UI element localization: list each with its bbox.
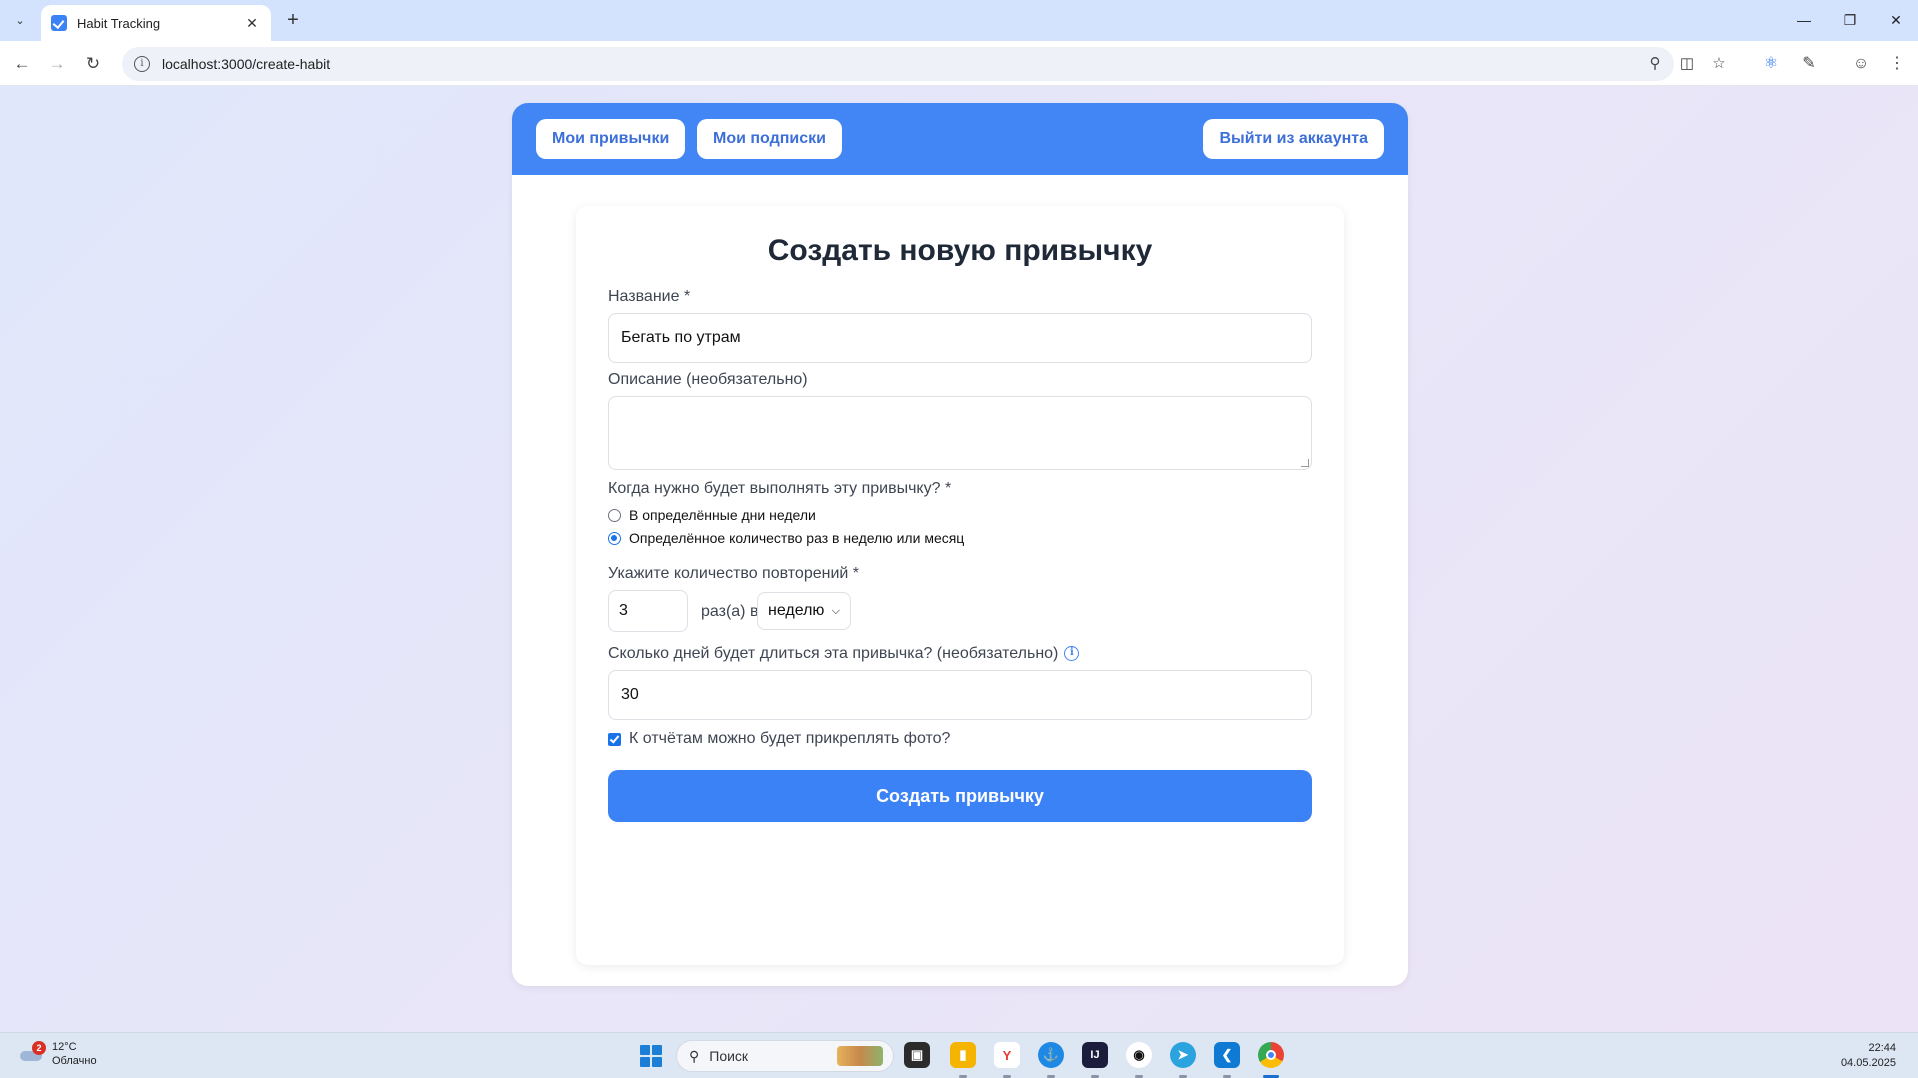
reload-icon[interactable]: ↻ xyxy=(80,51,106,77)
schedule-option-count[interactable]: Определённое количество раз в неделю или… xyxy=(608,530,964,546)
menu-kebab-icon[interactable]: ⋮ xyxy=(1885,52,1909,76)
my-subscriptions-button[interactable]: Мои подписки xyxy=(697,119,843,159)
chrome-icon[interactable] xyxy=(1258,1042,1284,1068)
ninja-app-icon[interactable]: ◉ xyxy=(1126,1042,1152,1068)
docker-icon[interactable]: ⚓ xyxy=(1038,1042,1064,1068)
react-devtools-icon[interactable]: ⚛ xyxy=(1759,52,1783,76)
duration-input[interactable]: 30 xyxy=(608,670,1312,720)
browser-tab-bar: ⌄ Habit Tracking ✕ + — ❐ ✕ xyxy=(0,0,1918,41)
password-key-icon[interactable]: ⚲ xyxy=(1646,55,1664,73)
telegram-icon[interactable]: ➤ xyxy=(1170,1042,1196,1068)
radio-button-checked[interactable] xyxy=(608,531,621,545)
file-explorer-icon[interactable]: ▮ xyxy=(950,1042,976,1068)
repeat-period-select[interactable]: неделю ⌵ xyxy=(757,592,851,630)
photo-label: К отчётам можно будет прикреплять фото? xyxy=(629,730,951,747)
chevron-down-icon: ⌵ xyxy=(831,605,840,617)
name-label: Название * xyxy=(608,288,691,305)
browser-tab[interactable]: Habit Tracking ✕ xyxy=(41,5,271,41)
tab-search-button[interactable]: ⌄ xyxy=(8,8,32,32)
name-input[interactable]: Бегать по утрам xyxy=(608,313,1312,363)
clock-date: 04.05.2025 xyxy=(1840,1057,1896,1069)
close-tab-icon[interactable]: ✕ xyxy=(243,15,261,32)
schedule-label: Когда нужно будет выполнять эту привычку… xyxy=(608,480,952,497)
task-view-icon[interactable]: ▣ xyxy=(904,1042,930,1068)
vscode-icon[interactable]: ❮ xyxy=(1214,1042,1240,1068)
tab-title: Habit Tracking xyxy=(77,15,161,31)
extensions-icon[interactable]: ✎ xyxy=(1797,52,1821,76)
description-label: Описание (необязательно) xyxy=(608,371,808,388)
repeat-label: Укажите количество повторений * xyxy=(608,565,859,582)
restore-icon[interactable]: ❐ xyxy=(1835,8,1865,32)
address-bar[interactable]: i localhost:3000/create-habit ⚲ ◫ ☆ xyxy=(122,47,1726,81)
search-highlight-image xyxy=(837,1046,883,1066)
windows-start-icon[interactable] xyxy=(640,1045,662,1067)
bookmark-star-icon[interactable]: ☆ xyxy=(1710,55,1728,73)
browser-toolbar: ← → ↻ i localhost:3000/create-habit ⚲ ◫ … xyxy=(0,41,1918,86)
chevron-down-icon: ⌄ xyxy=(15,14,25,27)
weather-temp: 12°C xyxy=(52,1041,77,1053)
weather-desc: Облачно xyxy=(52,1055,97,1067)
radio-button[interactable] xyxy=(608,508,621,522)
page-background: Мои привычки Мои подписки Выйти из аккау… xyxy=(0,86,1918,1032)
intellij-icon[interactable]: IJ xyxy=(1082,1042,1108,1068)
info-icon[interactable]: i xyxy=(1064,646,1080,662)
photo-option[interactable]: К отчётам можно будет прикреплять фото? xyxy=(608,730,950,748)
new-tab-button[interactable]: + xyxy=(281,9,305,33)
translate-icon[interactable]: ◫ xyxy=(1678,55,1696,73)
schedule-option-label: В определённые дни недели xyxy=(629,507,816,523)
duration-label-text: Сколько дней будет длиться эта привычка?… xyxy=(608,645,1059,662)
app-header: Мои привычки Мои подписки Выйти из аккау… xyxy=(512,103,1408,175)
search-icon: ⚲ xyxy=(689,1047,700,1064)
back-icon[interactable]: ← xyxy=(9,51,35,77)
app-container: Мои привычки Мои подписки Выйти из аккау… xyxy=(512,103,1408,986)
yandex-browser-icon[interactable]: Y xyxy=(994,1042,1020,1068)
create-habit-card: Создать новую привычку Название * Бегать… xyxy=(576,206,1344,965)
clock-time: 22:44 xyxy=(1868,1042,1896,1054)
description-textarea[interactable] xyxy=(608,396,1312,470)
taskbar-search[interactable]: ⚲ Поиск xyxy=(676,1040,894,1072)
cloud-icon: 2 xyxy=(18,1041,46,1063)
page-title: Создать новую привычку xyxy=(767,234,1153,267)
photo-checkbox[interactable] xyxy=(608,732,621,746)
taskbar-search-placeholder: Поиск xyxy=(709,1048,749,1064)
schedule-option-days[interactable]: В определённые дни недели xyxy=(608,507,816,523)
weather-widget[interactable]: 2 12°C Облачно xyxy=(18,1040,97,1068)
windows-taskbar: 2 12°C Облачно ⚲ Поиск ▣ ▮ Y ⚓ IJ ◉ ➤ ❮ … xyxy=(0,1032,1918,1078)
notification-badge: 2 xyxy=(32,1041,46,1055)
duration-label: Сколько дней будет длиться эта привычка?… xyxy=(608,645,1080,663)
logout-button[interactable]: Выйти из аккаунта xyxy=(1203,119,1384,159)
repeat-per-text: раз(а) в xyxy=(701,603,759,620)
create-habit-button[interactable]: Создать привычку xyxy=(608,770,1312,822)
close-window-icon[interactable]: ✕ xyxy=(1881,8,1911,32)
minimize-icon[interactable]: — xyxy=(1789,8,1819,32)
resize-grip-icon[interactable] xyxy=(1301,459,1309,467)
schedule-option-label: Определённое количество раз в неделю или… xyxy=(629,530,965,546)
profile-icon[interactable]: ☺ xyxy=(1849,52,1873,76)
url-text: localhost:3000/create-habit xyxy=(162,56,331,72)
system-clock[interactable]: 22:44 04.05.2025 xyxy=(1841,1041,1896,1071)
repeat-count-input[interactable]: 3 xyxy=(608,590,688,632)
repeat-period-value: неделю xyxy=(768,602,825,619)
my-habits-button[interactable]: Мои привычки xyxy=(536,119,686,159)
habit-favicon-icon xyxy=(51,15,67,31)
forward-icon[interactable]: → xyxy=(44,51,70,77)
site-info-icon[interactable]: i xyxy=(134,56,150,72)
